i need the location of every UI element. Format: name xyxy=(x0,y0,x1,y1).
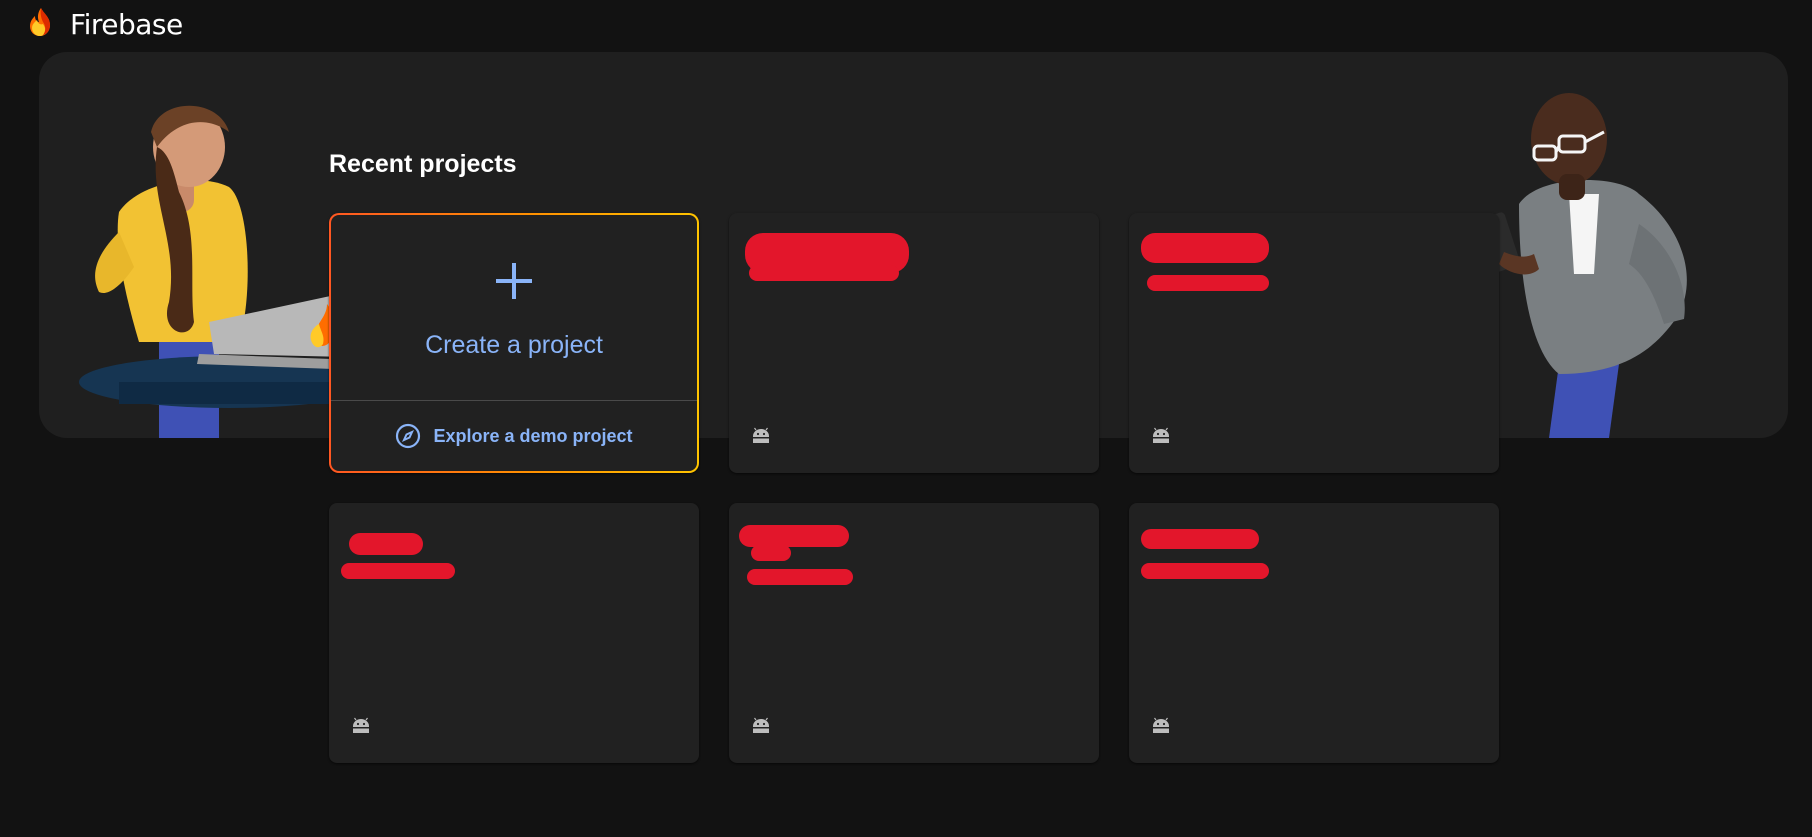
android-icon xyxy=(753,427,769,443)
redacted-project-name xyxy=(349,533,423,555)
brand-name[interactable]: Firebase xyxy=(70,8,183,41)
compass-icon xyxy=(396,423,421,449)
redacted-project-name xyxy=(739,525,849,547)
plus-icon xyxy=(496,263,532,299)
explore-demo-label: Explore a demo project xyxy=(433,425,633,446)
redacted-project-name xyxy=(1141,233,1269,263)
create-project-card[interactable]: Create a project Explore a demo project xyxy=(329,213,699,473)
project-card[interactable] xyxy=(329,503,699,763)
create-project-card-inner: Create a project Explore a demo project xyxy=(331,215,697,471)
firebase-flame-icon[interactable] xyxy=(26,6,56,38)
redacted-project-id xyxy=(749,265,899,281)
android-icon xyxy=(1153,717,1169,733)
project-card[interactable] xyxy=(729,213,1099,473)
android-icon xyxy=(1153,427,1169,443)
project-card[interactable] xyxy=(1129,503,1499,763)
redacted-project-name xyxy=(1141,529,1259,549)
redacted-project-id xyxy=(1141,563,1269,579)
redacted-project-name-part xyxy=(751,545,791,561)
project-card[interactable] xyxy=(1129,213,1499,473)
top-bar: Firebase xyxy=(0,0,1812,48)
section-title: Recent projects xyxy=(329,150,517,178)
redacted-project-id xyxy=(747,569,853,585)
redacted-project-id xyxy=(1147,275,1269,291)
android-icon xyxy=(753,717,769,733)
create-project-label[interactable]: Create a project xyxy=(331,331,697,360)
android-icon xyxy=(353,717,369,733)
explore-demo-button[interactable]: Explore a demo project xyxy=(331,401,697,471)
redacted-project-id xyxy=(341,563,455,579)
project-card[interactable] xyxy=(729,503,1099,763)
man-with-phone-illustration xyxy=(1480,93,1687,438)
